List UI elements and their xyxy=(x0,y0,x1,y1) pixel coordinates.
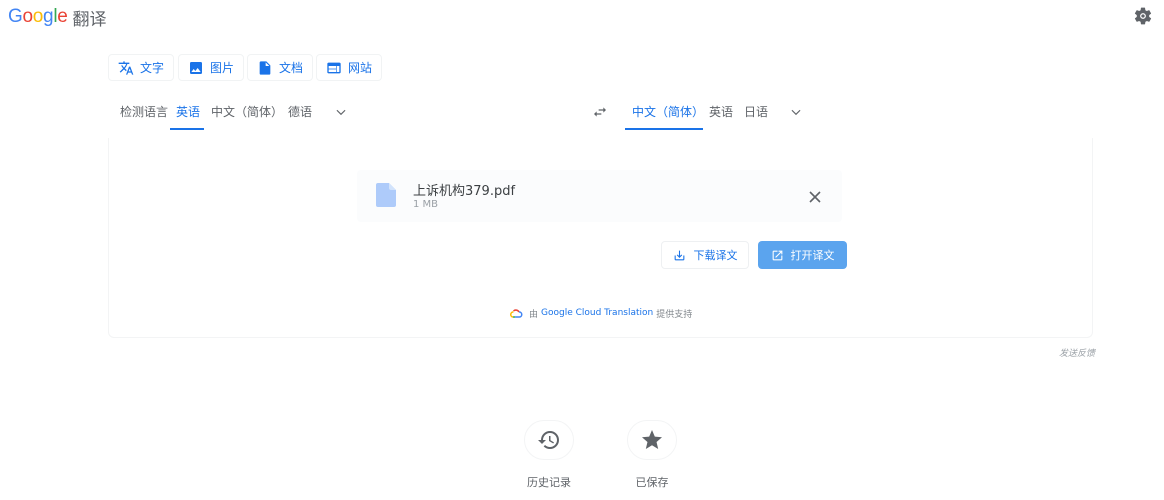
source-active-underline xyxy=(170,128,204,130)
target-lang-chinese-simplified[interactable]: 中文（简体） xyxy=(632,104,704,120)
logo-letter: g xyxy=(43,6,54,27)
download-translation-label: 下载译文 xyxy=(693,249,738,262)
google-wordmark: Google xyxy=(8,6,68,28)
saved-label[interactable]: 已保存 xyxy=(627,474,677,490)
mode-document-button[interactable]: 文档 xyxy=(247,54,314,81)
mode-website-button[interactable]: 网站 xyxy=(316,54,383,81)
remove-file-close-icon[interactable] xyxy=(808,189,822,203)
star-icon xyxy=(642,430,662,449)
mode-image-button[interactable]: 图片 xyxy=(178,54,245,81)
powered-by-line: 由 Google Cloud Translation 提供支持 xyxy=(509,306,692,320)
mode-text-label: 文字 xyxy=(140,61,165,75)
target-more-chevron-down-icon[interactable] xyxy=(789,104,803,118)
mode-text-button[interactable]: 文字 xyxy=(108,54,175,81)
translate-icon xyxy=(118,60,134,75)
open-translation-button[interactable]: 打开译文 xyxy=(758,241,847,269)
logo-letter: G xyxy=(8,6,23,27)
product-name: 翻译 xyxy=(72,9,107,30)
swap-languages-icon[interactable] xyxy=(592,104,608,120)
mode-website-label: 网站 xyxy=(348,61,373,75)
mode-document-label: 文档 xyxy=(279,61,304,75)
pdf-file-icon xyxy=(376,183,396,207)
google-cloud-translation-link[interactable]: Google Cloud Translation xyxy=(541,308,653,318)
google-translate-logo[interactable]: Google 翻译 xyxy=(8,5,107,30)
history-label[interactable]: 历史记录 xyxy=(524,474,574,490)
send-feedback-link[interactable]: 发送反馈 xyxy=(1059,346,1095,359)
saved-button[interactable] xyxy=(627,420,677,460)
target-lang-japanese[interactable]: 日语 xyxy=(744,104,768,120)
source-lang-chinese-simplified[interactable]: 中文（简体） xyxy=(211,104,283,120)
open-in-new-icon xyxy=(772,250,782,260)
file-size: 1 MB xyxy=(413,199,439,210)
open-translation-label: 打开译文 xyxy=(790,249,835,262)
download-icon xyxy=(674,250,684,260)
mode-image-label: 图片 xyxy=(210,61,235,75)
source-more-chevron-down-icon[interactable] xyxy=(334,104,348,118)
document-icon xyxy=(259,60,271,75)
powered-prefix: 由 xyxy=(529,309,539,320)
website-icon xyxy=(327,62,341,73)
google-cloud-icon xyxy=(510,309,523,318)
logo-letter: o xyxy=(32,6,44,27)
powered-suffix: 提供支持 xyxy=(656,309,693,320)
download-translation-button[interactable]: 下载译文 xyxy=(661,241,749,269)
logo-letter: o xyxy=(22,6,33,27)
logo-letter: e xyxy=(57,6,68,27)
history-button[interactable] xyxy=(524,420,574,460)
settings-gear-icon[interactable] xyxy=(1133,6,1153,26)
history-icon xyxy=(538,431,559,449)
source-lang-english[interactable]: 英语 xyxy=(176,104,200,120)
target-lang-english[interactable]: 英语 xyxy=(709,104,733,120)
file-name: 上诉机构379.pdf xyxy=(413,184,516,199)
source-lang-german[interactable]: 德语 xyxy=(288,104,312,120)
image-icon xyxy=(190,61,202,74)
source-lang-detect[interactable]: 检测语言 xyxy=(120,104,168,120)
target-active-underline xyxy=(625,128,703,130)
